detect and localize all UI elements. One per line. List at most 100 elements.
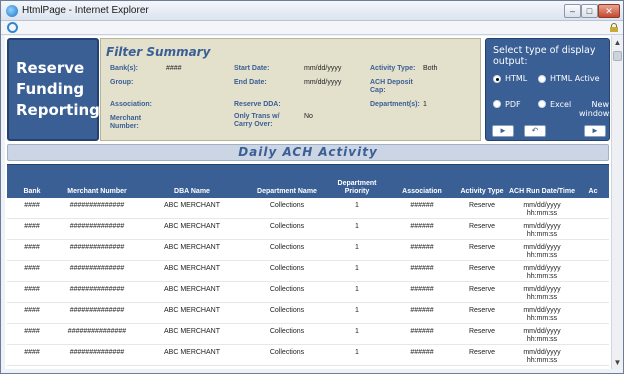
cell-priority: 1 xyxy=(355,265,359,272)
col-department-name[interactable]: Department Name xyxy=(247,165,327,199)
cell-dept: Collections xyxy=(269,223,305,230)
cell-priority: 1 xyxy=(355,349,359,356)
end-date-label: End Date: xyxy=(234,79,267,86)
cell-dept: Collections xyxy=(269,307,305,314)
cell-ach-run-datetime: mm/dd/yyyy hh:mm:ss xyxy=(507,244,577,260)
cell-ach-run-date: mm/dd/yyyy xyxy=(523,328,561,335)
browser-toolbar xyxy=(1,21,623,35)
cell-type: Reserve xyxy=(468,307,496,314)
pdf-radio[interactable] xyxy=(493,100,501,108)
cell-bank: #### xyxy=(24,307,40,314)
cell-assoc: ###### xyxy=(410,307,434,314)
cell-assoc: ###### xyxy=(410,349,434,356)
cell-bank: #### xyxy=(24,328,40,335)
html-active-radio[interactable] xyxy=(538,75,546,83)
back-button[interactable]: ↶ xyxy=(524,125,546,137)
cell-merchant: ############## xyxy=(69,244,125,251)
cell-bank: #### xyxy=(24,223,40,230)
scroll-down-icon[interactable]: ▼ xyxy=(612,357,623,368)
scroll-thumb[interactable] xyxy=(613,51,622,61)
cell-dept: Collections xyxy=(269,328,305,335)
table-row: #### ############## ABC MERCHANT Collection… xyxy=(7,345,609,366)
cell-bank: #### xyxy=(24,244,40,251)
html-radio-label: HTML xyxy=(505,74,528,83)
cell-priority: 1 xyxy=(355,328,359,335)
only-trans-value: No xyxy=(304,113,313,120)
activity-type-value: Both xyxy=(423,65,438,72)
display-output-title: Select type of display output: xyxy=(493,45,596,67)
new-window-label: New window: xyxy=(579,100,611,118)
report-brand: Reserve Funding Reporting xyxy=(7,38,100,141)
start-date-label: Start Date: xyxy=(234,65,270,72)
cell-dba: ABC MERCHANT xyxy=(163,223,220,230)
activity-type-label: Activity Type: xyxy=(370,65,416,72)
scroll-up-icon[interactable]: ▲ xyxy=(612,37,623,48)
browser-window: HtmlPage - Internet Explorer – □ ✕ Reser… xyxy=(0,0,624,374)
cell-assoc: ###### xyxy=(410,244,434,251)
cell-priority: 1 xyxy=(355,286,359,293)
cell-dba: ABC MERCHANT xyxy=(163,328,220,335)
excel-radio-label: Excel xyxy=(550,100,572,109)
col-bank[interactable]: Bank xyxy=(7,165,57,199)
cell-ach-run-date: mm/dd/yyyy xyxy=(523,307,561,314)
table-row: #### ############## ABC MERCHANT Collection… xyxy=(7,198,609,219)
departments-label: Department(s): xyxy=(370,101,420,108)
col-ach-run-date[interactable]: ACH Run Date/Time xyxy=(507,165,577,199)
cell-dept: Collections xyxy=(269,286,305,293)
cell-ach-run-date: mm/dd/yyyy xyxy=(523,202,561,209)
cell-merchant: ############## xyxy=(69,349,125,356)
cell-ach-run-datetime: mm/dd/yyyy hh:mm:ss xyxy=(507,307,577,323)
cell-priority: 1 xyxy=(355,223,359,230)
cell-type: Reserve xyxy=(468,349,496,356)
col-merchant-number[interactable]: Merchant Number xyxy=(57,165,137,199)
cell-merchant: ############## xyxy=(69,307,125,314)
ach-deposit-cap-label: ACH Deposit Cap: xyxy=(370,79,413,94)
section-title: Daily ACH Activity xyxy=(7,144,609,161)
maximize-button[interactable]: □ xyxy=(581,4,598,18)
close-button[interactable]: ✕ xyxy=(598,4,620,18)
title-bar: HtmlPage - Internet Explorer – □ ✕ xyxy=(1,1,623,21)
table-row: #### ############## ABC MERCHANT Collection… xyxy=(7,303,609,324)
cell-dba: ABC MERCHANT xyxy=(163,349,220,356)
activity-grid: Bank Merchant Number DBA Name Department… xyxy=(7,164,609,369)
cell-type: Reserve xyxy=(468,328,496,335)
group-label: Group: xyxy=(110,79,134,86)
run-report-button[interactable]: ► xyxy=(492,125,514,137)
cell-dept: Collections xyxy=(269,349,305,356)
col-dba-name[interactable]: DBA Name xyxy=(137,165,247,199)
cell-merchant: ############### xyxy=(67,328,127,335)
col-ac[interactable]: Ac xyxy=(577,165,609,199)
cell-dept: Collections xyxy=(269,244,305,251)
cell-ach-run-time: hh:mm:ss xyxy=(526,252,558,259)
departments-value: 1 xyxy=(423,101,427,108)
col-activity-type[interactable]: Activity Type xyxy=(457,165,507,199)
excel-radio[interactable] xyxy=(538,100,546,108)
minimize-button[interactable]: – xyxy=(564,4,581,18)
col-association[interactable]: Association xyxy=(387,165,457,199)
cell-merchant: ############## xyxy=(69,223,125,230)
html-radio[interactable] xyxy=(493,75,501,83)
association-label: Association: xyxy=(110,101,153,108)
col-department-priority[interactable]: Department Priority xyxy=(327,165,387,199)
display-output-panel: Select type of display output: HTML HTML… xyxy=(485,38,611,141)
cell-ach-run-datetime: mm/dd/yyyy hh:mm:ss xyxy=(507,286,577,302)
cell-merchant: ############## xyxy=(69,265,125,272)
merchant-number-label: Merchant Number: xyxy=(110,115,142,130)
new-window-button[interactable]: ► xyxy=(584,125,606,137)
cell-ach-run-datetime: mm/dd/yyyy hh:mm:ss xyxy=(507,223,577,239)
vertical-scrollbar[interactable]: ▲ ▼ xyxy=(611,36,623,369)
cell-bank: #### xyxy=(24,286,40,293)
cell-assoc: ###### xyxy=(410,265,434,272)
table-row: #### ############## ABC MERCHANT Collection… xyxy=(7,282,609,303)
cell-priority: 1 xyxy=(355,307,359,314)
start-date-value: mm/dd/yyyy xyxy=(304,65,342,72)
cell-merchant: ############## xyxy=(69,202,125,209)
cell-ach-run-datetime: mm/dd/yyyy hh:mm:ss xyxy=(507,328,577,344)
table-row: #### ############## ABC MERCHANT Collection… xyxy=(7,240,609,261)
cell-dba: ABC MERCHANT xyxy=(163,286,220,293)
cell-bank: #### xyxy=(24,265,40,272)
table-row: #### ############## ABC MERCHANT Collection… xyxy=(7,219,609,240)
banks-label: Bank(s): xyxy=(110,65,139,72)
cell-ach-run-date: mm/dd/yyyy xyxy=(523,349,561,356)
cell-type: Reserve xyxy=(468,223,496,230)
